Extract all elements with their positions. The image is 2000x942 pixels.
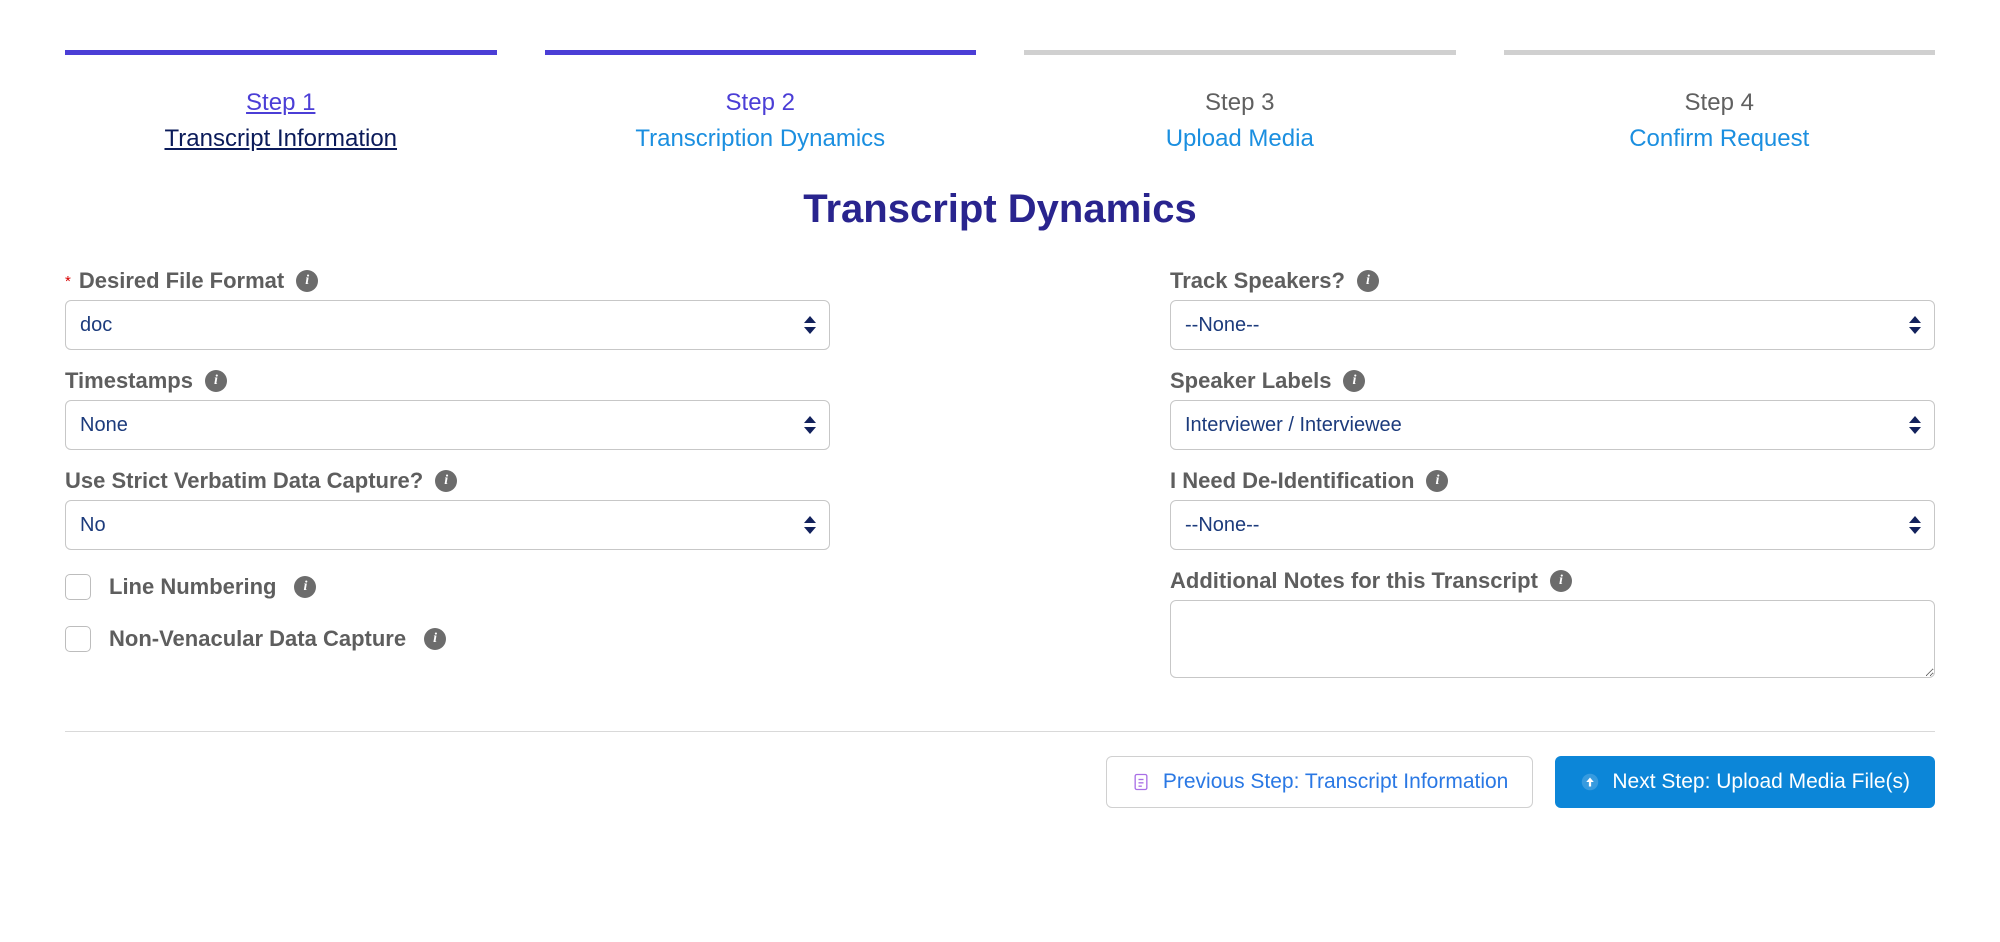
field-label: Track Speakers? bbox=[1170, 268, 1345, 294]
info-icon[interactable]: i bbox=[205, 370, 227, 392]
step-title: Confirm Request bbox=[1504, 121, 1936, 157]
upload-icon bbox=[1580, 772, 1600, 792]
info-icon[interactable]: i bbox=[435, 470, 457, 492]
form-right-column: Track Speakers? i --None-- Speaker Label… bbox=[1170, 268, 1935, 701]
step-bar bbox=[545, 50, 977, 55]
info-icon[interactable]: i bbox=[1426, 470, 1448, 492]
select-value: Interviewer / Interviewee bbox=[1185, 414, 1402, 437]
form: * Desired File Format i doc Timestamps i… bbox=[65, 268, 1935, 701]
step-1[interactable]: Step 1 Transcript Information bbox=[65, 50, 497, 157]
field-file-format: * Desired File Format i doc bbox=[65, 268, 830, 350]
track-speakers-select[interactable]: --None-- bbox=[1170, 300, 1935, 350]
step-title: Upload Media bbox=[1024, 121, 1456, 157]
document-icon bbox=[1131, 772, 1151, 792]
field-label: Desired File Format bbox=[79, 268, 284, 294]
button-label: Next Step: Upload Media File(s) bbox=[1612, 770, 1910, 794]
form-left-column: * Desired File Format i doc Timestamps i… bbox=[65, 268, 830, 701]
info-icon[interactable]: i bbox=[424, 628, 446, 650]
step-bar bbox=[1504, 50, 1936, 55]
info-icon[interactable]: i bbox=[296, 270, 318, 292]
step-bar bbox=[1024, 50, 1456, 55]
field-line-numbering: Line Numbering i bbox=[65, 574, 830, 600]
info-icon[interactable]: i bbox=[1357, 270, 1379, 292]
field-speaker-labels: Speaker Labels i Interviewer / Interview… bbox=[1170, 368, 1935, 450]
field-deidentification: I Need De-Identification i --None-- bbox=[1170, 468, 1935, 550]
field-label: Speaker Labels bbox=[1170, 368, 1331, 394]
step-title: Transcription Dynamics bbox=[545, 121, 977, 157]
field-non-vernacular: Non-Venacular Data Capture i bbox=[65, 626, 830, 652]
field-notes: Additional Notes for this Transcript i bbox=[1170, 568, 1935, 683]
field-label: I Need De-Identification bbox=[1170, 468, 1414, 494]
non-vernacular-checkbox[interactable] bbox=[65, 626, 91, 652]
info-icon[interactable]: i bbox=[294, 576, 316, 598]
step-number: Step 3 bbox=[1024, 85, 1456, 121]
verbatim-select[interactable]: No bbox=[65, 500, 830, 550]
file-format-select[interactable]: doc bbox=[65, 300, 830, 350]
step-4[interactable]: Step 4 Confirm Request bbox=[1504, 50, 1936, 157]
step-3[interactable]: Step 3 Upload Media bbox=[1024, 50, 1456, 157]
next-step-button[interactable]: Next Step: Upload Media File(s) bbox=[1555, 756, 1935, 808]
field-label: Additional Notes for this Transcript bbox=[1170, 568, 1538, 594]
timestamps-select[interactable]: None bbox=[65, 400, 830, 450]
select-value: --None-- bbox=[1185, 514, 1259, 537]
field-label: Non-Venacular Data Capture bbox=[109, 626, 406, 652]
info-icon[interactable]: i bbox=[1550, 570, 1572, 592]
field-label: Line Numbering bbox=[109, 574, 276, 600]
step-number: Step 2 bbox=[545, 85, 977, 121]
field-timestamps: Timestamps i None bbox=[65, 368, 830, 450]
field-label: Use Strict Verbatim Data Capture? bbox=[65, 468, 423, 494]
button-label: Previous Step: Transcript Information bbox=[1163, 770, 1509, 794]
step-number: Step 4 bbox=[1504, 85, 1936, 121]
step-title: Transcript Information bbox=[65, 121, 497, 157]
line-numbering-checkbox[interactable] bbox=[65, 574, 91, 600]
select-value: No bbox=[80, 514, 106, 537]
step-number: Step 1 bbox=[65, 85, 497, 121]
stepper: Step 1 Transcript Information Step 2 Tra… bbox=[65, 50, 1935, 157]
select-value: doc bbox=[80, 314, 112, 337]
step-bar bbox=[65, 50, 497, 55]
previous-step-button[interactable]: Previous Step: Transcript Information bbox=[1106, 756, 1534, 808]
field-track-speakers: Track Speakers? i --None-- bbox=[1170, 268, 1935, 350]
speaker-labels-select[interactable]: Interviewer / Interviewee bbox=[1170, 400, 1935, 450]
deidentification-select[interactable]: --None-- bbox=[1170, 500, 1935, 550]
step-2[interactable]: Step 2 Transcription Dynamics bbox=[545, 50, 977, 157]
page-title: Transcript Dynamics bbox=[65, 187, 1935, 232]
select-value: None bbox=[80, 414, 128, 437]
notes-textarea[interactable] bbox=[1170, 600, 1935, 678]
select-value: --None-- bbox=[1185, 314, 1259, 337]
info-icon[interactable]: i bbox=[1343, 370, 1365, 392]
required-asterisk: * bbox=[65, 273, 71, 290]
field-verbatim: Use Strict Verbatim Data Capture? i No bbox=[65, 468, 830, 550]
field-label: Timestamps bbox=[65, 368, 193, 394]
footer-buttons: Previous Step: Transcript Information Ne… bbox=[65, 732, 1935, 848]
